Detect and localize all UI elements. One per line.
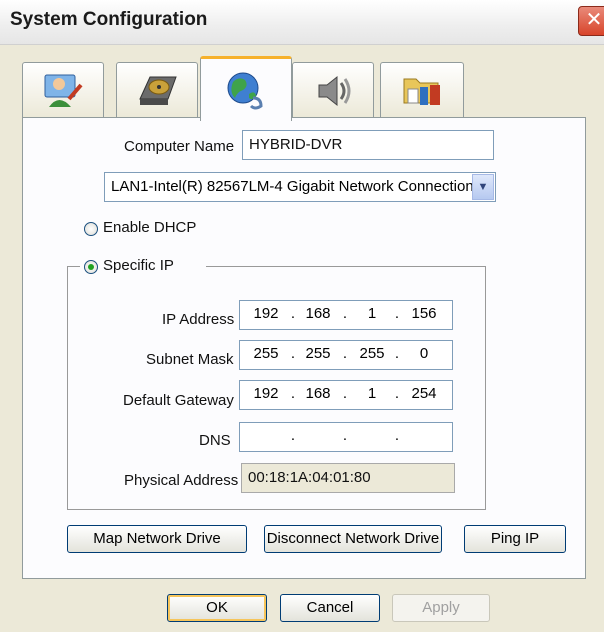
file-archive-icon bbox=[403, 78, 440, 105]
physical-address-field: 00:18:1A:04:01:80 bbox=[241, 463, 455, 493]
subnet-octet-1: 255 bbox=[253, 345, 279, 362]
specific-ip-label: Specific IP bbox=[103, 257, 174, 274]
ip-dot: . bbox=[342, 345, 348, 362]
tab-archive[interactable] bbox=[380, 62, 464, 117]
subnet-mask-field[interactable]: 255 . 255 . 255 . 0 bbox=[239, 340, 453, 370]
adapter-select[interactable]: LAN1-Intel(R) 82567LM-4 Gigabit Network … bbox=[104, 172, 496, 202]
ip-octet-4: 156 bbox=[411, 305, 437, 322]
tab-storage[interactable] bbox=[116, 62, 198, 117]
speaker-icon bbox=[318, 75, 351, 107]
computer-name-field[interactable]: HYBRID-DVR bbox=[242, 130, 494, 160]
gateway-octet-4: 254 bbox=[411, 385, 437, 402]
title-bar: System Configuration ✕ bbox=[0, 0, 604, 45]
tab-audio[interactable] bbox=[292, 62, 374, 117]
ip-dot: . bbox=[394, 345, 400, 362]
ip-dot: . bbox=[290, 427, 296, 444]
gateway-octet-2: 168 bbox=[305, 385, 331, 402]
adapter-dropdown-button[interactable]: ▼ bbox=[472, 174, 494, 200]
system-configuration-window: System Configuration ✕ Computer Name HYB… bbox=[0, 0, 604, 632]
dns-field[interactable]: . . . bbox=[239, 422, 453, 452]
subnet-octet-4: 0 bbox=[419, 345, 429, 362]
adapter-selected-value: LAN1-Intel(R) 82567LM-4 Gigabit Network … bbox=[111, 178, 474, 195]
enable-dhcp-label: Enable DHCP bbox=[103, 219, 197, 236]
chevron-down-icon: ▼ bbox=[477, 181, 489, 193]
tab-user-setup[interactable] bbox=[22, 62, 104, 117]
ping-ip-button[interactable]: Ping IP bbox=[464, 525, 566, 553]
network-globe-icon bbox=[227, 72, 263, 110]
ip-address-label: IP Address bbox=[162, 311, 235, 328]
map-network-drive-button[interactable]: Map Network Drive bbox=[67, 525, 247, 553]
tab-strip bbox=[22, 56, 582, 121]
user-setup-icon bbox=[44, 74, 83, 107]
apply-button[interactable]: Apply bbox=[392, 594, 490, 622]
ip-address-field[interactable]: 192 . 168 . 1 . 156 bbox=[239, 300, 453, 330]
tab-network[interactable] bbox=[200, 56, 292, 121]
ip-dot: . bbox=[290, 385, 296, 402]
default-gateway-label: Default Gateway bbox=[123, 392, 234, 409]
close-icon: ✕ bbox=[585, 9, 603, 31]
ip-dot: . bbox=[290, 345, 296, 362]
physical-address-label: Physical Address bbox=[124, 472, 239, 489]
gateway-octet-3: 1 bbox=[367, 385, 377, 402]
ip-octet-2: 168 bbox=[305, 305, 331, 322]
ip-dot: . bbox=[394, 385, 400, 402]
cancel-button[interactable]: Cancel bbox=[280, 594, 380, 622]
ip-dot: . bbox=[342, 385, 348, 402]
close-button[interactable]: ✕ bbox=[578, 6, 604, 36]
gateway-octet-1: 192 bbox=[253, 385, 279, 402]
ok-button[interactable]: OK bbox=[167, 594, 267, 622]
ip-dot: . bbox=[342, 427, 348, 444]
computer-name-label: Computer Name bbox=[124, 138, 235, 155]
default-gateway-field[interactable]: 192 . 168 . 1 . 254 bbox=[239, 380, 453, 410]
ip-dot: . bbox=[290, 305, 296, 322]
specific-ip-radio[interactable] bbox=[84, 260, 98, 274]
hard-disk-icon bbox=[139, 76, 177, 105]
dns-label: DNS bbox=[199, 432, 231, 449]
ip-octet-3: 1 bbox=[367, 305, 377, 322]
ip-dot: . bbox=[394, 305, 400, 322]
subnet-octet-3: 255 bbox=[359, 345, 385, 362]
subnet-mask-label: Subnet Mask bbox=[146, 351, 234, 368]
ip-dot: . bbox=[394, 427, 400, 444]
enable-dhcp-radio[interactable] bbox=[84, 222, 98, 236]
ip-octet-1: 192 bbox=[253, 305, 279, 322]
window-title: System Configuration bbox=[10, 9, 208, 30]
subnet-octet-2: 255 bbox=[305, 345, 331, 362]
disconnect-network-drive-button[interactable]: Disconnect Network Drive bbox=[264, 525, 442, 553]
ip-dot: . bbox=[342, 305, 348, 322]
